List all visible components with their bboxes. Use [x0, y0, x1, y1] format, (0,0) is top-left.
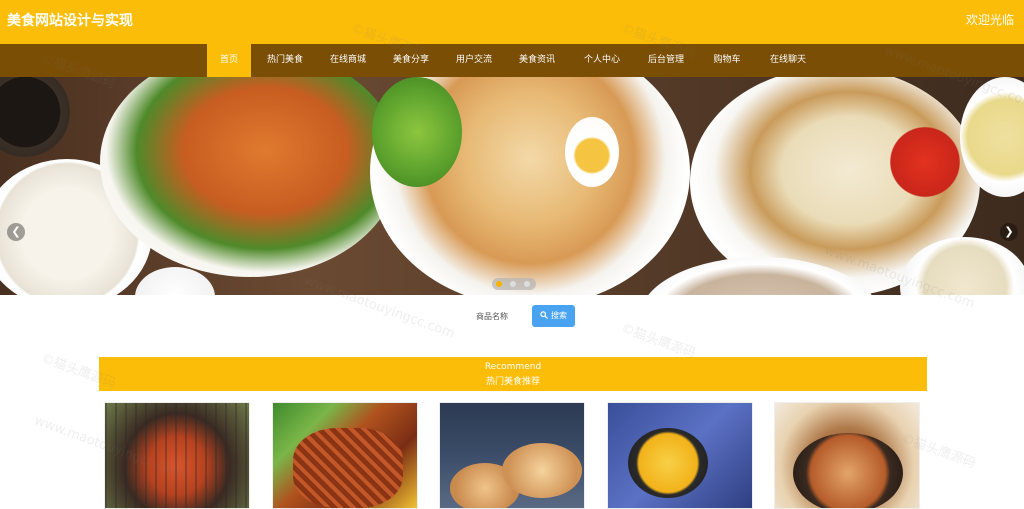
carousel-dot-2[interactable] — [510, 281, 516, 287]
search-button[interactable]: 搜索 — [532, 305, 575, 327]
product-card-3[interactable] — [439, 402, 585, 509]
search-label: 商品名称 — [476, 312, 508, 321]
search-icon — [540, 306, 548, 319]
banner-carousel[interactable]: ❮ ❯ — [0, 77, 1024, 295]
nav-item-online-chat[interactable]: 在线聊天 — [760, 44, 816, 77]
search-button-label: 搜索 — [551, 311, 567, 320]
carousel-dot-3[interactable] — [524, 281, 530, 287]
stew-pot-image — [793, 433, 903, 508]
product-card-4[interactable] — [607, 402, 753, 509]
nav-item-food-news[interactable]: 美食资讯 — [509, 44, 565, 77]
mango-bowl-image — [628, 428, 708, 498]
search-input[interactable] — [512, 306, 530, 326]
recommend-header: Recommend 热门美食推荐 — [99, 357, 927, 391]
nav-item-cart[interactable]: 购物车 — [701, 44, 753, 77]
mooncake-image-2 — [502, 443, 582, 498]
recommend-title-cn: 热门美食推荐 — [485, 377, 540, 387]
nav-item-personal-center[interactable]: 个人中心 — [574, 44, 630, 77]
nav-item-home[interactable]: 首页 — [207, 44, 251, 77]
tomato — [890, 117, 960, 207]
egg — [565, 117, 619, 187]
product-card-5[interactable] — [774, 402, 920, 509]
carousel-dots — [492, 278, 536, 290]
carousel-dot-1[interactable] — [496, 281, 502, 287]
chevron-right-icon[interactable]: ❯ — [1000, 223, 1018, 241]
main-nav: 首页 热门美食 在线商城 美食分享 用户交流 美食资讯 个人中心 后台管理 购物… — [0, 44, 1024, 77]
product-card-1[interactable] — [104, 402, 250, 509]
grill-image — [105, 403, 249, 508]
recommend-title-en: Recommend — [484, 362, 542, 372]
product-card-2[interactable] — [272, 402, 418, 509]
nav-item-admin[interactable]: 后台管理 — [638, 44, 694, 77]
nav-item-food-share[interactable]: 美食分享 — [383, 44, 439, 77]
nav-item-hot-food[interactable]: 热门美食 — [257, 44, 313, 77]
chevron-left-icon[interactable]: ❮ — [7, 223, 25, 241]
nav-item-shop[interactable]: 在线商城 — [320, 44, 376, 77]
nav-item-user-exchange[interactable]: 用户交流 — [446, 44, 502, 77]
welcome-text: 欢迎光临 — [965, 13, 1014, 27]
top-bar: 美食网站设计与实现 欢迎光临 — [0, 0, 1024, 44]
watermark-text: ©猫头鹰源码 — [619, 320, 698, 362]
lettuce — [372, 77, 462, 187]
site-title: 美食网站设计与实现 — [7, 13, 133, 29]
steak-image — [293, 428, 403, 508]
